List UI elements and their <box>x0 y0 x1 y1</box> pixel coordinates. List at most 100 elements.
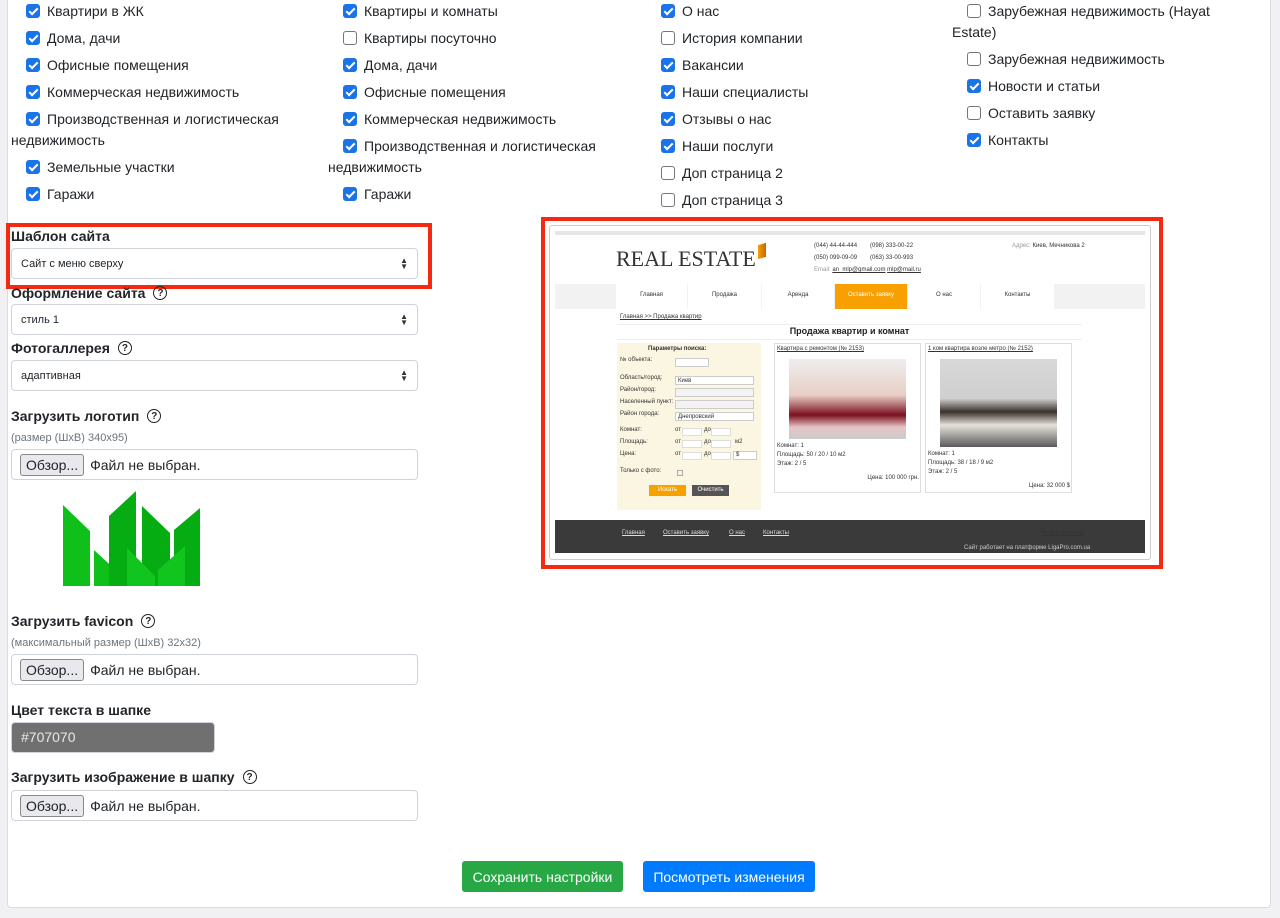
page-checkbox-item[interactable]: Земельные участки <box>26 157 316 178</box>
checkbox[interactable] <box>343 187 357 201</box>
page-checkbox-item[interactable]: Оставить заявку <box>967 103 1257 124</box>
save-settings-button[interactable]: Сохранить настройки <box>462 861 623 892</box>
page-checkbox-item[interactable]: Доп страница 3 <box>661 190 951 211</box>
checkbox[interactable] <box>26 187 40 201</box>
preview-breadcrumb: Главная >> Продажа квартир <box>620 314 702 320</box>
template-select[interactable]: Сайт с меню сверху ▲ ▼ <box>11 248 418 279</box>
checkbox[interactable] <box>661 139 675 153</box>
page-checkbox-item[interactable]: Отзывы о нас <box>661 109 951 130</box>
page-checkbox-item[interactable]: Офисные помещения <box>343 82 633 103</box>
checkbox[interactable] <box>26 85 40 99</box>
checkbox[interactable] <box>343 58 357 72</box>
help-icon[interactable]: ? <box>153 286 168 300</box>
preview-search-input <box>675 388 754 397</box>
help-icon[interactable]: ? <box>242 770 257 784</box>
checkbox[interactable] <box>661 4 675 18</box>
preview-range-label: до <box>704 427 711 433</box>
checkbox[interactable] <box>967 106 981 120</box>
preview-photo-only: Только с фото: <box>620 468 662 474</box>
page-checkbox-item[interactable]: Квартиры и комнаты <box>343 1 633 22</box>
help-icon[interactable]: ? <box>147 409 162 423</box>
checkbox[interactable] <box>343 85 357 99</box>
page-checkbox-item[interactable]: Офисные помещения <box>26 55 316 76</box>
checkbox[interactable] <box>26 58 40 72</box>
checkbox[interactable] <box>661 112 675 126</box>
checkbox[interactable] <box>26 31 40 45</box>
page-checkbox-item[interactable]: История компании <box>661 28 951 49</box>
checkbox[interactable] <box>661 193 675 207</box>
help-icon[interactable]: ? <box>117 341 132 355</box>
page-checkbox-item[interactable]: Производственная и логистическая недвижи… <box>328 136 618 178</box>
header-image-file-input[interactable]: Обзор... Файл не выбран. <box>11 790 418 821</box>
browse-button[interactable]: Обзор... <box>20 453 85 476</box>
page-checkbox-item[interactable]: Наши специалисты <box>661 82 951 103</box>
page-checkbox-item[interactable]: Доп страница 2 <box>661 163 951 184</box>
page-checkbox-item[interactable]: Квартири в ЖК <box>26 1 316 22</box>
checkbox[interactable] <box>661 166 675 180</box>
logo-file-input[interactable]: Обзор... Файл не выбран. <box>11 449 418 480</box>
checkbox[interactable] <box>967 133 981 147</box>
checkbox[interactable] <box>343 31 357 45</box>
checkbox[interactable] <box>26 4 40 18</box>
page-checkbox-item[interactable]: Наши послуги <box>661 136 951 157</box>
browse-button[interactable]: Обзор... <box>20 794 85 817</box>
checkbox-label: Гаражи <box>364 186 412 202</box>
preview-login-link: Вход в систему <box>1041 530 1084 536</box>
header-color-input[interactable]: #707070 <box>11 722 215 753</box>
checkbox[interactable] <box>661 31 675 45</box>
page-checkbox-item[interactable]: Коммерческая недвижимость <box>343 109 633 130</box>
page-checkbox-item[interactable]: О нас <box>661 1 951 22</box>
page-checkbox-item[interactable]: Дома, дачи <box>26 28 316 49</box>
page-checkbox-item[interactable]: Дома, дачи <box>343 55 633 76</box>
preview-range-input <box>711 428 731 436</box>
page-checkbox-item[interactable]: Зарубежная недвижимость <box>967 49 1257 70</box>
favicon-hint: (максимальный размер (ШхВ) 32x32) <box>11 637 201 649</box>
checkbox[interactable] <box>343 139 357 153</box>
gallery-select[interactable]: адаптивная ▲ ▼ <box>11 360 418 391</box>
page-checkbox-item[interactable]: Гаражи <box>343 184 633 205</box>
preview-rooms-label: Комнат: <box>620 427 642 433</box>
checkbox-label: Контакты <box>988 132 1049 148</box>
checkbox[interactable] <box>967 79 981 93</box>
favicon-label: Загрузить favicon? <box>11 613 156 629</box>
page-checkbox-item[interactable]: Вакансии <box>661 55 951 76</box>
help-icon[interactable]: ? <box>141 614 156 628</box>
logo-label-text: Загрузить логотип <box>11 408 140 424</box>
checkbox[interactable] <box>967 4 981 18</box>
preview-powered: Сайт работает на платформе LigaPro.com.u… <box>964 545 1091 551</box>
checkbox-label: Гаражи <box>47 186 95 202</box>
page-checkbox-item[interactable]: Коммерческая недвижимость <box>26 82 316 103</box>
browse-button[interactable]: Обзор... <box>20 658 85 681</box>
checkbox[interactable] <box>26 160 40 174</box>
preview-footer-link: Контакты <box>763 530 789 536</box>
preview-footer-link: Главная <box>622 530 645 536</box>
checkbox[interactable] <box>26 112 40 126</box>
preview-search-title: Параметры поиска: <box>648 346 707 352</box>
checkbox-label: Земельные участки <box>47 159 175 175</box>
header-image-label: Загрузить изображение в шапку? <box>11 769 257 785</box>
view-changes-button[interactable]: Посмотреть изменения <box>643 861 815 892</box>
checkbox[interactable] <box>343 112 357 126</box>
checkbox[interactable] <box>343 4 357 18</box>
preview-listing-title: Квартира с ремонтом (№ 2153) <box>777 346 864 352</box>
checkbox[interactable] <box>967 52 981 66</box>
page-checkbox-item[interactable]: Контакты <box>967 130 1257 151</box>
preview-search-field-label: Район города: <box>620 411 660 417</box>
preview-clear-button: Очистить <box>692 485 729 496</box>
checkbox[interactable] <box>661 58 675 72</box>
preview-phone: (050) 099-09-09 <box>814 255 858 261</box>
page-checkbox-item[interactable]: Новости и статьи <box>967 76 1257 97</box>
checkbox-label: Отзывы о нас <box>682 111 772 127</box>
page-checkbox-item[interactable]: Гаражи <box>26 184 316 205</box>
checkbox[interactable] <box>661 85 675 99</box>
style-select[interactable]: стиль 1 ▲ ▼ <box>11 304 418 335</box>
favicon-file-input[interactable]: Обзор... Файл не выбран. <box>11 654 418 685</box>
page-checkbox-item[interactable]: Квартиры посуточно <box>343 28 633 49</box>
page-checkbox-item[interactable]: Зарубежная недвижимость (Hayat Estate) <box>952 1 1242 43</box>
checkbox-label: Зарубежная недвижимость (Hayat Estate) <box>952 3 1210 40</box>
file-status: Файл не выбран. <box>90 797 201 814</box>
page-checkbox-item[interactable]: Производственная и логистическая недвижи… <box>11 109 301 151</box>
divider <box>617 339 1082 340</box>
gallery-label-text: Фотогаллерея <box>11 340 110 356</box>
checkbox-label: Квартиры посуточно <box>364 30 497 46</box>
